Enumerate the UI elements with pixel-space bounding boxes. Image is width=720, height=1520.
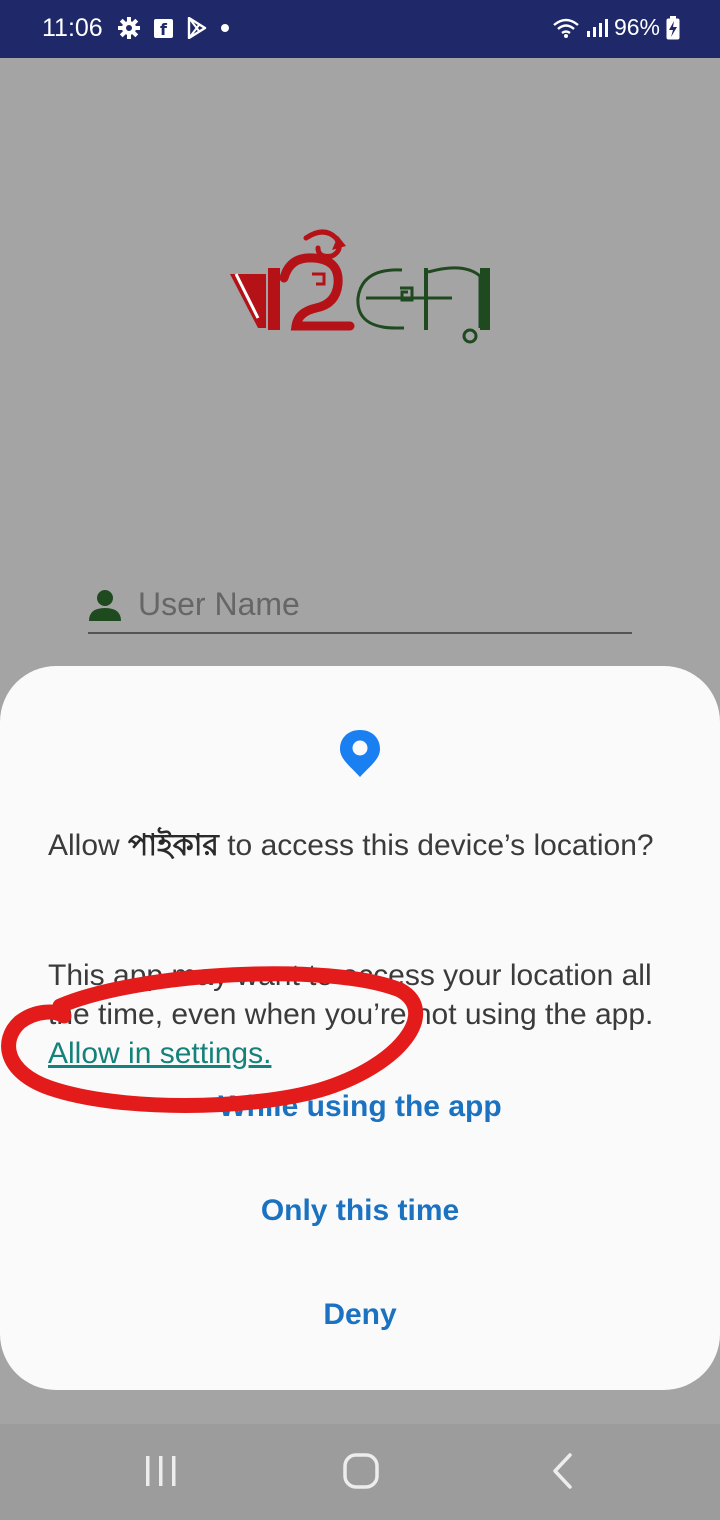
status-bar: 11:06 f 96% <box>0 0 720 58</box>
wifi-icon <box>553 18 579 38</box>
title-suffix: to access this device’s location? <box>218 829 654 862</box>
username-field[interactable]: User Name <box>88 584 632 634</box>
battery-percent: 96% <box>613 14 660 40</box>
system-status-icons: 96% <box>546 14 680 41</box>
app-logo <box>226 228 496 348</box>
back-icon[interactable] <box>550 1452 576 1490</box>
recents-icon[interactable] <box>144 1454 178 1488</box>
navigation-bar <box>0 1424 720 1520</box>
location-permission-dialog: Allow পাইকার to access this device’s loc… <box>0 666 720 1390</box>
home-icon[interactable] <box>342 1452 380 1490</box>
notification-icons: f <box>118 17 243 39</box>
person-icon <box>89 590 121 621</box>
while-using-app-button[interactable]: While using the app <box>0 1090 720 1124</box>
username-placeholder: User Name <box>138 586 300 622</box>
signal-icon <box>586 18 608 37</box>
body-text: This app may want to access your locatio… <box>48 959 654 1031</box>
title-prefix: Allow <box>48 829 129 862</box>
dot-icon <box>221 24 229 32</box>
facebook-icon: f <box>154 18 173 39</box>
allow-in-settings-link[interactable]: Allow in settings. <box>48 1037 271 1070</box>
deny-button[interactable]: Deny <box>0 1298 720 1332</box>
play-store-icon <box>187 17 207 39</box>
dialog-body: This app may want to access your locatio… <box>48 956 678 1073</box>
location-pin-icon <box>340 730 380 777</box>
battery-charging-icon <box>666 15 680 39</box>
gear-icon <box>118 17 140 39</box>
status-time: 11:06 <box>42 14 103 42</box>
dialog-title: Allow পাইকার to access this device’s loc… <box>48 826 668 865</box>
only-this-time-button[interactable]: Only this time <box>0 1194 720 1228</box>
app-name: পাইকার <box>128 829 219 862</box>
